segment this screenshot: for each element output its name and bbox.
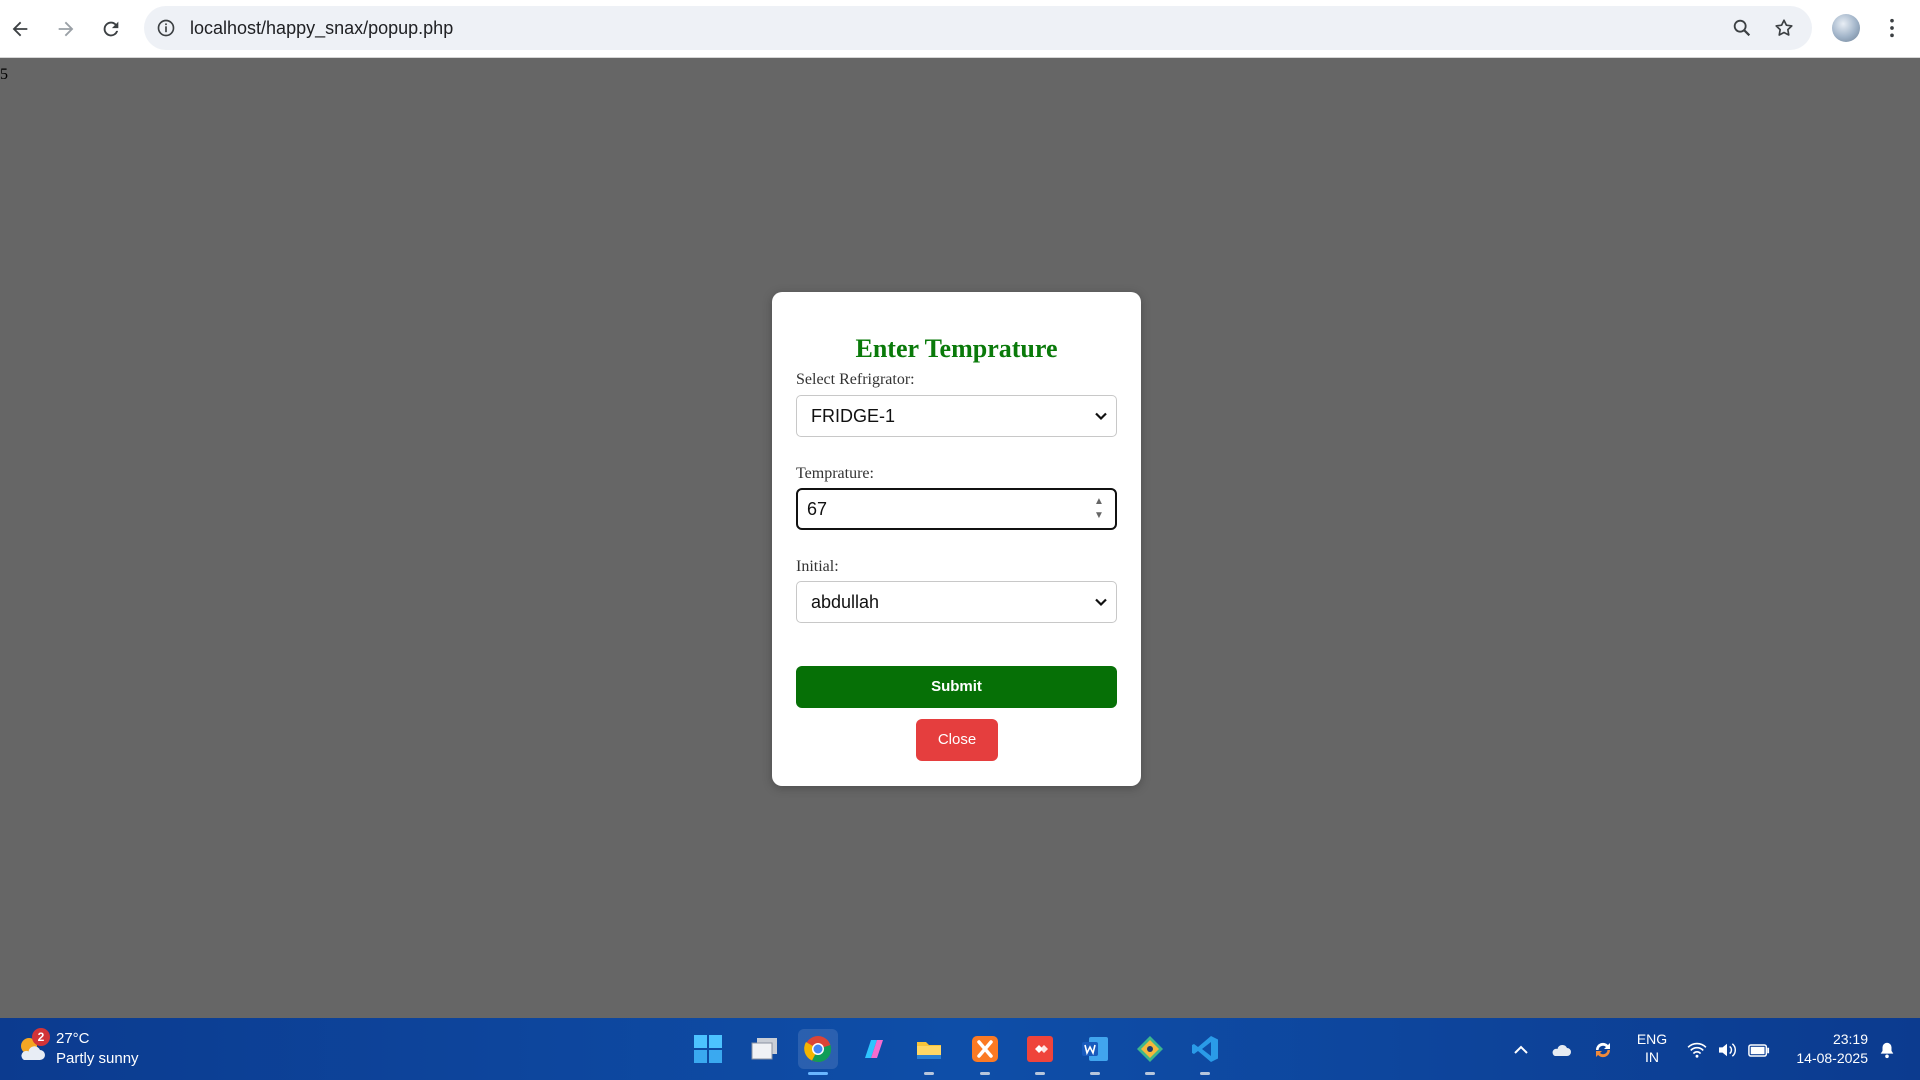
arrow-left-icon (12, 21, 28, 37)
zoom-icon[interactable] (1728, 14, 1756, 42)
running-indicator (924, 1072, 934, 1075)
running-indicator (980, 1072, 990, 1075)
popup-title: Enter Temprature (855, 334, 1058, 363)
wifi-icon[interactable] (1686, 1039, 1708, 1061)
anydesk-icon[interactable] (1020, 1029, 1060, 1075)
weather-temp: 27°C (56, 1030, 90, 1047)
reload-icon (103, 21, 119, 37)
windows-taskbar: 2 27°C Partly sunny ENG IN 23:19 14-08-2… (0, 1018, 1920, 1080)
arrow-right-icon (58, 21, 74, 37)
temperature-popup: Enter Temprature Select Refrigrator: FRI… (772, 292, 1141, 786)
language-indicator[interactable]: ENG IN (1632, 1030, 1672, 1066)
page-overlay: 5 Enter Temprature Select Refrigrator: F… (0, 58, 1920, 1018)
browser-toolbar: localhost/happy_snax/popup.php (0, 0, 1920, 58)
initial-select-value: abdullah (811, 592, 880, 612)
system-clock[interactable]: 23:19 14-08-2025 (1780, 1030, 1868, 1068)
kebab-menu-icon[interactable] (1880, 12, 1904, 44)
refrigerator-select-value: FRIDGE-1 (811, 406, 896, 426)
initial-select[interactable]: abdullah (796, 581, 1117, 623)
clock-time: 23:19 (1832, 1031, 1868, 1047)
vscode-icon[interactable] (1185, 1029, 1225, 1075)
spinner-up-icon[interactable]: ▲ (1094, 497, 1104, 507)
file-explorer-icon[interactable] (909, 1029, 949, 1075)
weather-desc: Partly sunny (56, 1050, 139, 1067)
forward-button[interactable] (48, 11, 84, 47)
language-code: ENG (1636, 1031, 1668, 1047)
notification-bell-icon[interactable] (1876, 1039, 1898, 1061)
chevron-down-icon (1095, 598, 1107, 607)
start-icon[interactable] (688, 1029, 728, 1069)
active-indicator (808, 1072, 828, 1075)
close-button[interactable]: Close (916, 719, 998, 761)
page-stray-text: 5 (0, 66, 8, 83)
chrome-icon[interactable] (798, 1029, 838, 1075)
running-indicator (1090, 1072, 1100, 1075)
battery-icon[interactable] (1748, 1039, 1770, 1061)
copilot-icon[interactable] (854, 1029, 894, 1069)
chevron-down-icon (1095, 412, 1107, 421)
temperature-input[interactable]: 67 ▲ ▼ (796, 488, 1117, 530)
running-indicator (1035, 1072, 1045, 1075)
clock-date: 14-08-2025 (1796, 1050, 1868, 1066)
site-info-icon[interactable] (154, 16, 178, 40)
running-indicator (1145, 1072, 1155, 1075)
region-code: IN (1645, 1049, 1659, 1065)
volume-icon[interactable] (1716, 1039, 1738, 1061)
number-spinner[interactable]: ▲ ▼ (1093, 497, 1105, 521)
reload-button[interactable] (93, 11, 129, 47)
sync-icon[interactable] (1592, 1039, 1614, 1061)
spinner-down-icon[interactable]: ▼ (1094, 511, 1104, 521)
initial-label: Initial: (796, 558, 839, 575)
chevron-up-icon[interactable] (1510, 1039, 1532, 1061)
temperature-label: Temprature: (796, 465, 874, 482)
back-button[interactable] (2, 11, 38, 47)
running-indicator (1200, 1072, 1210, 1075)
bookmark-star-icon[interactable] (1770, 14, 1798, 42)
weather-badge: 2 (32, 1028, 50, 1046)
address-bar[interactable]: localhost/happy_snax/popup.php (144, 6, 1812, 50)
task-view-icon[interactable] (744, 1029, 784, 1069)
refrigerator-label: Select Refrigrator: (796, 371, 915, 388)
submit-button[interactable]: Submit (796, 666, 1117, 708)
word-icon[interactable] (1075, 1029, 1115, 1075)
xampp-icon[interactable] (965, 1029, 1005, 1075)
refrigerator-select[interactable]: FRIDGE-1 (796, 395, 1117, 437)
temperature-input-value: 67 (807, 499, 828, 519)
url-text[interactable]: localhost/happy_snax/popup.php (190, 6, 453, 50)
onedrive-cloud-icon[interactable] (1550, 1039, 1572, 1061)
profile-avatar[interactable] (1832, 14, 1860, 42)
git-icon[interactable] (1130, 1029, 1170, 1075)
